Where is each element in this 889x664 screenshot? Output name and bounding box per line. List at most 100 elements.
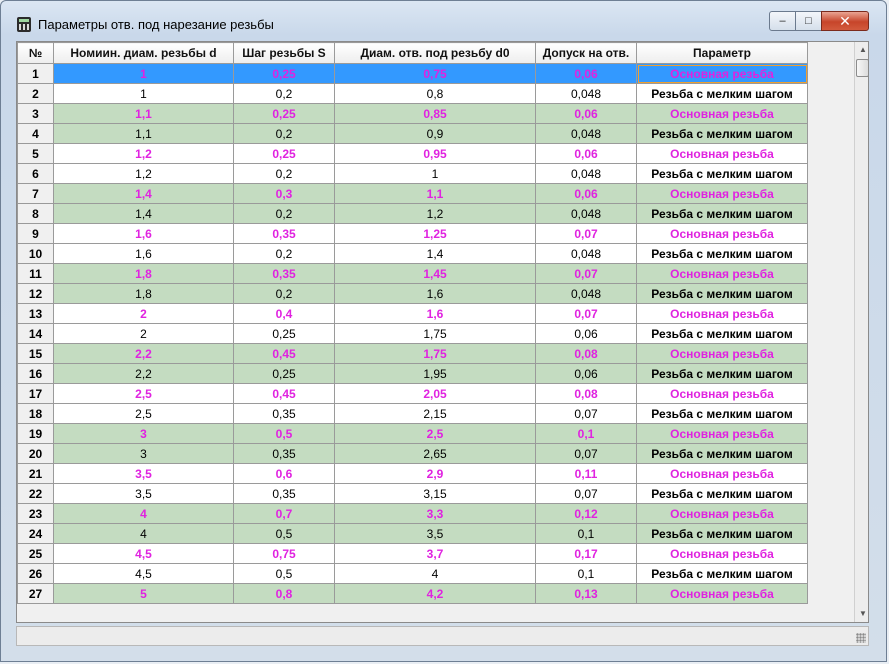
cell-thread-pitch[interactable]: 0,6 — [233, 463, 335, 484]
cell-thread-pitch[interactable]: 0,35 — [233, 223, 335, 244]
cell-tolerance[interactable]: 0,07 — [535, 263, 637, 284]
cell-tolerance[interactable]: 0,1 — [535, 423, 637, 444]
cell-hole-diameter[interactable]: 1,2 — [334, 203, 536, 224]
cell-thread-pitch[interactable]: 0,25 — [233, 143, 335, 164]
title-bar[interactable]: Параметры отв. под нарезание резьбы – □ … — [1, 1, 886, 39]
cell-nominal-diameter[interactable]: 1,1 — [53, 103, 234, 124]
table-row[interactable]: 14 2 0,25 1,75 0,06 Резьба с мелким шагом — [17, 323, 808, 344]
table-row[interactable]: 8 1,4 0,2 1,2 0,048 Резьба с мелким шагом — [17, 203, 808, 224]
table-row[interactable]: 6 1,2 0,2 1 0,048 Резьба с мелким шагом — [17, 163, 808, 184]
cell-parameter[interactable]: Резьба с мелким шагом — [636, 363, 808, 384]
cell-hole-diameter[interactable]: 4,2 — [334, 583, 536, 604]
cell-parameter[interactable]: Основная резьба — [636, 143, 808, 164]
cell-parameter[interactable]: Резьба с мелким шагом — [636, 83, 808, 104]
cell-tolerance[interactable]: 0,048 — [535, 243, 637, 264]
table-row[interactable]: 2 1 0,2 0,8 0,048 Резьба с мелким шагом — [17, 83, 808, 104]
cell-nominal-diameter[interactable]: 1,2 — [53, 143, 234, 164]
cell-parameter[interactable]: Резьба с мелким шагом — [636, 163, 808, 184]
scroll-down-arrow-icon[interactable]: ▼ — [855, 606, 868, 622]
cell-parameter[interactable]: Основная резьба — [636, 103, 808, 124]
cell-thread-pitch[interactable]: 0,45 — [233, 383, 335, 404]
column-header-number[interactable]: № — [17, 42, 54, 64]
table-row[interactable]: 13 2 0,4 1,6 0,07 Основная резьба — [17, 303, 808, 324]
cell-number[interactable]: 16 — [17, 363, 54, 384]
cell-hole-diameter[interactable]: 1,6 — [334, 283, 536, 304]
cell-number[interactable]: 15 — [17, 343, 54, 364]
cell-thread-pitch[interactable]: 0,45 — [233, 343, 335, 364]
cell-thread-pitch[interactable]: 0,5 — [233, 563, 335, 584]
cell-nominal-diameter[interactable]: 1,1 — [53, 123, 234, 144]
cell-parameter[interactable]: Резьба с мелким шагом — [636, 523, 808, 544]
cell-tolerance[interactable]: 0,06 — [535, 63, 637, 84]
cell-number[interactable]: 13 — [17, 303, 54, 324]
table-row[interactable]: 23 4 0,7 3,3 0,12 Основная резьба — [17, 503, 808, 524]
cell-hole-diameter[interactable]: 0,9 — [334, 123, 536, 144]
cell-hole-diameter[interactable]: 1,4 — [334, 243, 536, 264]
cell-parameter[interactable]: Основная резьба — [636, 543, 808, 564]
table-row[interactable]: 15 2,2 0,45 1,75 0,08 Основная резьба — [17, 343, 808, 364]
cell-number[interactable]: 8 — [17, 203, 54, 224]
scroll-up-arrow-icon[interactable]: ▲ — [855, 42, 868, 58]
cell-thread-pitch[interactable]: 0,7 — [233, 503, 335, 524]
cell-tolerance[interactable]: 0,06 — [535, 183, 637, 204]
table-row[interactable]: 27 5 0,8 4,2 0,13 Основная резьба — [17, 583, 808, 604]
cell-tolerance[interactable]: 0,048 — [535, 163, 637, 184]
cell-tolerance[interactable]: 0,1 — [535, 563, 637, 584]
cell-hole-diameter[interactable]: 1,1 — [334, 183, 536, 204]
table-row[interactable]: 24 4 0,5 3,5 0,1 Резьба с мелким шагом — [17, 523, 808, 544]
cell-hole-diameter[interactable]: 0,95 — [334, 143, 536, 164]
cell-tolerance[interactable]: 0,048 — [535, 123, 637, 144]
table-row[interactable]: 26 4,5 0,5 4 0,1 Резьба с мелким шагом — [17, 563, 808, 584]
cell-hole-diameter[interactable]: 2,65 — [334, 443, 536, 464]
cell-thread-pitch[interactable]: 0,25 — [233, 103, 335, 124]
cell-parameter[interactable]: Резьба с мелким шагом — [636, 483, 808, 504]
close-button[interactable]: ✕ — [821, 11, 869, 31]
scrollbar-thumb[interactable] — [856, 59, 868, 77]
cell-tolerance[interactable]: 0,13 — [535, 583, 637, 604]
cell-tolerance[interactable]: 0,07 — [535, 303, 637, 324]
cell-number[interactable]: 6 — [17, 163, 54, 184]
cell-parameter[interactable]: Резьба с мелким шагом — [636, 563, 808, 584]
cell-nominal-diameter[interactable]: 5 — [53, 583, 234, 604]
cell-nominal-diameter[interactable]: 1,6 — [53, 223, 234, 244]
cell-thread-pitch[interactable]: 0,25 — [233, 63, 335, 84]
cell-nominal-diameter[interactable]: 2 — [53, 323, 234, 344]
cell-parameter[interactable]: Резьба с мелким шагом — [636, 443, 808, 464]
cell-nominal-diameter[interactable]: 4,5 — [53, 563, 234, 584]
cell-hole-diameter[interactable]: 1,45 — [334, 263, 536, 284]
table-row[interactable]: 21 3,5 0,6 2,9 0,11 Основная резьба — [17, 463, 808, 484]
table-row[interactable]: 22 3,5 0,35 3,15 0,07 Резьба с мелким шагом — [17, 483, 808, 504]
cell-tolerance[interactable]: 0,048 — [535, 83, 637, 104]
cell-nominal-diameter[interactable]: 1,8 — [53, 263, 234, 284]
cell-hole-diameter[interactable]: 0,75 — [334, 63, 536, 84]
table-row[interactable]: 1 1 0,25 0,75 0,06 Основная резьба — [17, 63, 808, 84]
cell-number[interactable]: 22 — [17, 483, 54, 504]
cell-thread-pitch[interactable]: 0,2 — [233, 123, 335, 144]
cell-thread-pitch[interactable]: 0,5 — [233, 423, 335, 444]
cell-number[interactable]: 7 — [17, 183, 54, 204]
cell-parameter[interactable]: Резьба с мелким шагом — [636, 123, 808, 144]
cell-nominal-diameter[interactable]: 3 — [53, 443, 234, 464]
cell-number[interactable]: 3 — [17, 103, 54, 124]
cell-number[interactable]: 17 — [17, 383, 54, 404]
cell-thread-pitch[interactable]: 0,35 — [233, 263, 335, 284]
column-header-tolerance[interactable]: Допуск на отв. — [535, 42, 637, 64]
cell-nominal-diameter[interactable]: 1 — [53, 63, 234, 84]
cell-number[interactable]: 14 — [17, 323, 54, 344]
table-row[interactable]: 9 1,6 0,35 1,25 0,07 Основная резьба — [17, 223, 808, 244]
cell-nominal-diameter[interactable]: 1 — [53, 83, 234, 104]
cell-nominal-diameter[interactable]: 1,4 — [53, 203, 234, 224]
column-header-thread-pitch[interactable]: Шаг резьбы S — [233, 42, 335, 64]
cell-thread-pitch[interactable]: 0,25 — [233, 363, 335, 384]
column-header-nominal-diameter[interactable]: Номиин. диам. резьбы d — [53, 42, 234, 64]
table-row[interactable]: 11 1,8 0,35 1,45 0,07 Основная резьба — [17, 263, 808, 284]
cell-parameter[interactable]: Резьба с мелким шагом — [636, 243, 808, 264]
cell-parameter[interactable]: Основная резьба — [636, 383, 808, 404]
table-row[interactable]: 10 1,6 0,2 1,4 0,048 Резьба с мелким шагом — [17, 243, 808, 264]
table-row[interactable]: 12 1,8 0,2 1,6 0,048 Резьба с мелким шагом — [17, 283, 808, 304]
cell-nominal-diameter[interactable]: 2,2 — [53, 343, 234, 364]
vertical-scrollbar[interactable]: ▲ ▼ — [854, 42, 868, 622]
cell-tolerance[interactable]: 0,06 — [535, 363, 637, 384]
cell-number[interactable]: 26 — [17, 563, 54, 584]
cell-number[interactable]: 19 — [17, 423, 54, 444]
